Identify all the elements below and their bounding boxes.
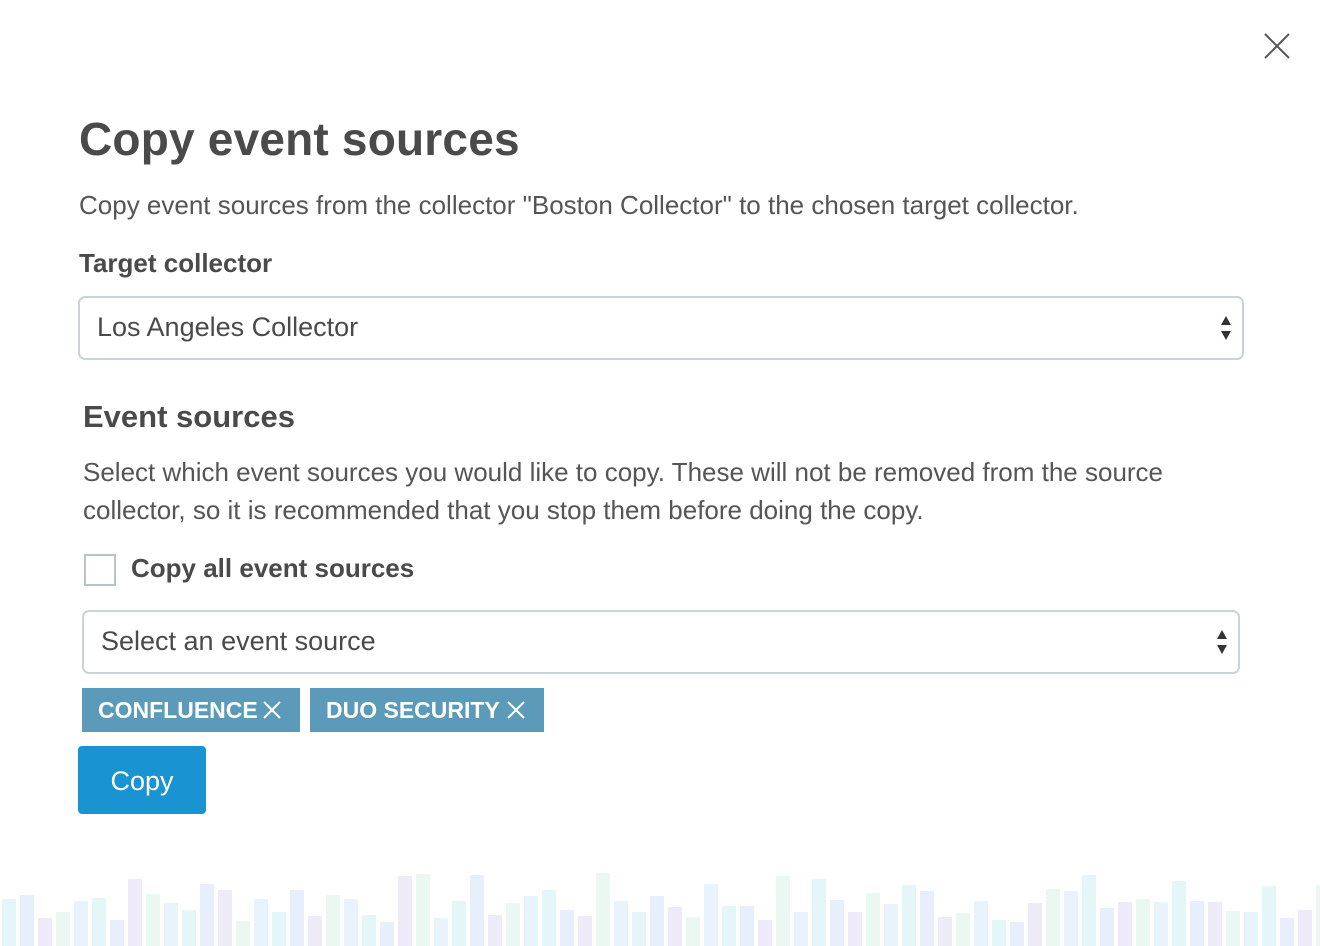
decor-bar — [1082, 875, 1096, 946]
decor-bar — [1172, 881, 1186, 946]
decor-bar — [20, 895, 34, 946]
decor-bar — [488, 915, 502, 946]
decor-bar — [290, 890, 304, 946]
decor-bar — [1154, 902, 1168, 946]
event-source-select[interactable]: Select an event source — [82, 610, 1240, 674]
remove-tag-icon[interactable] — [263, 701, 281, 719]
decor-bar — [128, 879, 142, 946]
decor-bar — [524, 896, 538, 946]
decor-bar — [38, 918, 52, 946]
decor-bar — [452, 901, 466, 946]
decor-bar — [686, 917, 700, 946]
copy-all-checkbox[interactable] — [84, 554, 116, 586]
decor-bar — [704, 884, 718, 946]
decor-bar — [650, 896, 664, 946]
decor-bar — [812, 879, 826, 946]
decor-bar — [578, 916, 592, 946]
decor-bar — [614, 901, 628, 946]
decorative-bar-pattern — [2, 873, 1320, 946]
decor-bar — [794, 912, 808, 946]
decor-bar — [1028, 903, 1042, 946]
decor-bar — [56, 912, 70, 946]
decor-bar — [74, 901, 88, 946]
decor-bar — [1010, 922, 1024, 946]
decor-bar — [434, 918, 448, 946]
decor-bar — [110, 920, 124, 946]
decor-bar — [272, 912, 286, 946]
remove-tag-icon[interactable] — [507, 701, 525, 719]
decor-bar — [596, 873, 610, 946]
copy-all-label[interactable]: Copy all event sources — [131, 553, 414, 584]
event-sources-heading: Event sources — [83, 399, 295, 434]
decor-bar — [1190, 901, 1204, 946]
decor-bar — [1118, 902, 1132, 946]
decor-bar — [236, 921, 250, 946]
decor-bar — [1280, 918, 1294, 946]
decor-bar — [308, 916, 322, 946]
decor-bar — [722, 906, 736, 946]
dialog-title: Copy event sources — [79, 113, 520, 165]
decor-bar — [380, 922, 394, 946]
decor-bar — [632, 912, 646, 946]
selected-tag: CONFLUENCE — [82, 688, 300, 732]
decor-bar — [1064, 891, 1078, 946]
decor-bar — [884, 904, 898, 946]
decor-bar — [830, 900, 844, 946]
decor-bar — [902, 885, 916, 946]
decor-bar — [326, 895, 340, 946]
copy-button[interactable]: Copy — [78, 746, 206, 814]
select-arrows-icon — [1221, 316, 1231, 340]
decor-bar — [416, 874, 430, 946]
decor-bar — [866, 893, 880, 946]
decor-bar — [182, 910, 196, 946]
decor-bar — [344, 899, 358, 946]
tag-label: DUO SECURITY — [326, 697, 500, 723]
decor-bar — [1316, 885, 1320, 946]
decor-bar — [668, 907, 682, 946]
event-source-placeholder: Select an event source — [101, 626, 376, 656]
decor-bar — [1244, 912, 1258, 946]
decor-bar — [542, 890, 556, 946]
decor-bar — [1100, 908, 1114, 946]
decor-bar — [848, 912, 862, 946]
decor-bar — [740, 906, 754, 946]
decor-bar — [956, 913, 970, 946]
tag-label: CONFLUENCE — [98, 697, 258, 723]
target-collector-value: Los Angeles Collector — [97, 312, 359, 342]
select-arrows-icon — [1217, 630, 1227, 654]
decor-bar — [398, 876, 412, 946]
decor-bar — [92, 898, 106, 946]
decor-bar — [938, 917, 952, 946]
decor-bar — [200, 884, 214, 946]
decor-bar — [470, 875, 484, 946]
decor-bar — [776, 876, 790, 946]
decor-bar — [2, 899, 16, 946]
decor-bar — [164, 903, 178, 946]
target-collector-label: Target collector — [79, 248, 273, 278]
decor-bar — [146, 894, 160, 946]
event-sources-description: Select which event sources you would lik… — [83, 457, 1164, 525]
close-button[interactable] — [1262, 31, 1292, 61]
decor-bar — [1262, 886, 1276, 946]
decor-bar — [758, 920, 772, 946]
dialog-subtitle: Copy event sources from the collector "B… — [79, 190, 1079, 220]
decor-bar — [1298, 910, 1312, 946]
close-icon — [1264, 33, 1290, 59]
decor-bar — [218, 890, 232, 946]
target-collector-select[interactable]: Los Angeles Collector — [78, 296, 1244, 360]
decor-bar — [1046, 889, 1060, 946]
selected-tag: DUO SECURITY — [310, 688, 544, 732]
decor-bar — [506, 903, 520, 946]
decor-bar — [560, 910, 574, 946]
decor-bar — [920, 891, 934, 946]
decor-bar — [362, 915, 376, 946]
decor-bar — [1208, 902, 1222, 946]
decor-bar — [1226, 911, 1240, 946]
decor-bar — [254, 899, 268, 946]
decor-bar — [974, 901, 988, 946]
decor-bar — [1136, 899, 1150, 946]
decor-bar — [992, 920, 1006, 946]
